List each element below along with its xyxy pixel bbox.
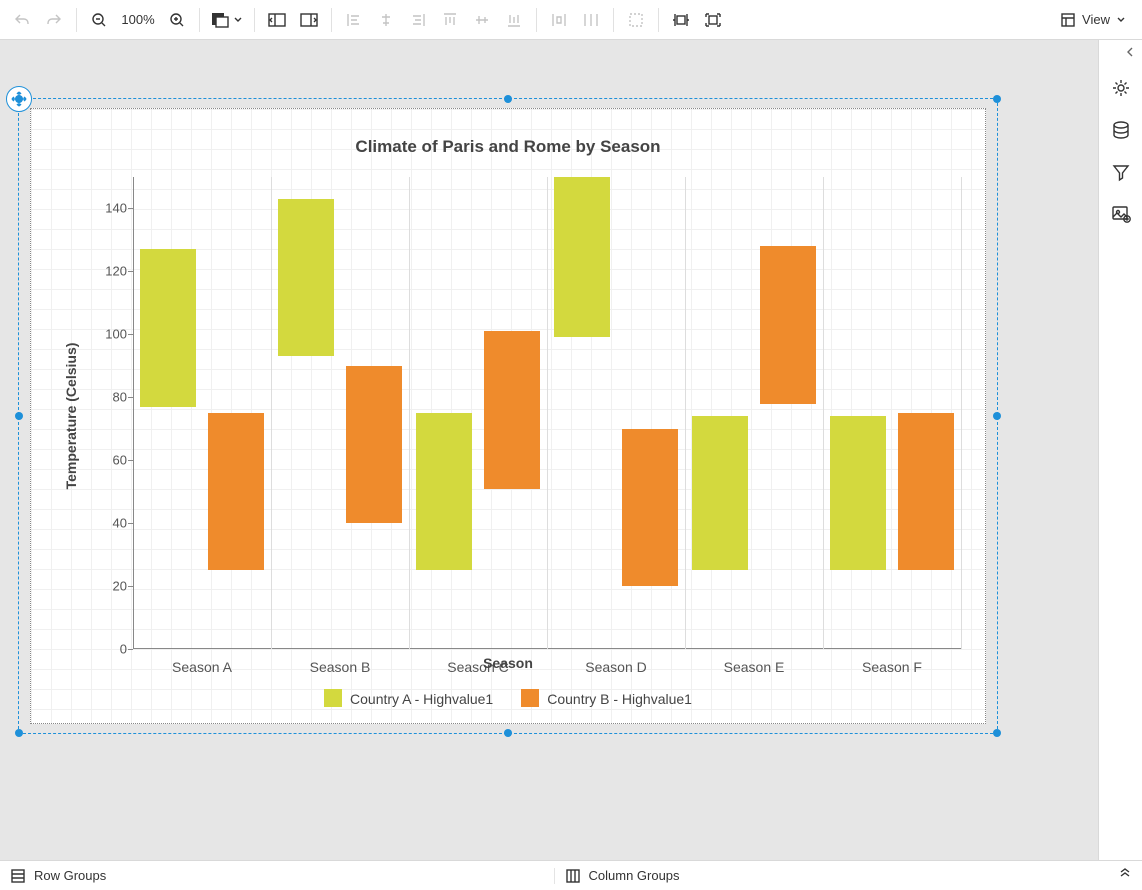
resize-handle-bl[interactable] <box>15 729 23 737</box>
row-groups-label: Row Groups <box>34 868 106 883</box>
data-button[interactable] <box>1103 112 1139 148</box>
bar-series-0[interactable] <box>416 413 472 570</box>
design-canvas[interactable]: Climate of Paris and Rome by Season Temp… <box>0 40 1098 860</box>
selection-tool-button[interactable] <box>620 4 652 36</box>
zoom-in-button[interactable] <box>161 4 193 36</box>
bar-series-1[interactable] <box>760 246 816 403</box>
align-right-button[interactable] <box>402 4 434 36</box>
legend-item-a: Country A - Highvalue1 <box>324 689 493 707</box>
plot-right-edge <box>961 177 962 649</box>
resize-handle-tm[interactable] <box>504 95 512 103</box>
groups-collapse-button[interactable] <box>1108 867 1142 884</box>
chart-title: Climate of Paris and Rome by Season <box>31 137 985 157</box>
view-dropdown[interactable]: View <box>1050 4 1136 36</box>
category-separator <box>823 177 824 649</box>
bar-series-0[interactable] <box>554 177 610 337</box>
image-settings-button[interactable] <box>1103 196 1139 232</box>
columns-icon <box>565 868 581 884</box>
row-groups-section[interactable]: Row Groups <box>0 868 555 884</box>
column-groups-label: Column Groups <box>589 868 680 883</box>
layout-split-horizontal-button[interactable] <box>261 4 293 36</box>
resize-handle-lm[interactable] <box>15 412 23 420</box>
separator <box>254 8 255 32</box>
separator <box>613 8 614 32</box>
groups-panel: Row Groups Column Groups <box>0 860 1142 890</box>
y-tick-mark <box>128 334 133 335</box>
y-tick-label: 80 <box>87 390 127 405</box>
bar-series-1[interactable] <box>346 366 402 523</box>
bar-series-0[interactable] <box>692 416 748 570</box>
y-tick-label: 40 <box>87 516 127 531</box>
separator <box>76 8 77 32</box>
undo-button[interactable] <box>6 4 38 36</box>
legend-label-a: Country A - Highvalue1 <box>350 691 493 707</box>
bar-series-1[interactable] <box>622 429 678 586</box>
x-axis-label: Season <box>31 655 985 671</box>
legend-item-b: Country B - Highvalue1 <box>521 689 692 707</box>
redo-button[interactable] <box>38 4 70 36</box>
category-separator <box>409 177 410 649</box>
legend: Country A - Highvalue1 Country B - Highv… <box>31 689 985 707</box>
align-top-button[interactable] <box>434 4 466 36</box>
y-tick-mark <box>128 586 133 587</box>
column-groups-section[interactable]: Column Groups <box>555 868 1109 884</box>
align-bottom-button[interactable] <box>498 4 530 36</box>
legend-swatch-a <box>324 689 342 707</box>
bar-series-0[interactable] <box>278 199 334 356</box>
bar-series-1[interactable] <box>484 331 540 488</box>
y-tick-label: 100 <box>87 327 127 342</box>
view-label: View <box>1082 12 1110 27</box>
distribute-vertical-button[interactable] <box>575 4 607 36</box>
y-tick-label: 140 <box>87 201 127 216</box>
y-tick-mark <box>128 460 133 461</box>
fill-dropdown[interactable] <box>206 4 248 36</box>
properties-button[interactable] <box>1103 70 1139 106</box>
y-tick-mark <box>128 208 133 209</box>
zoom-out-button[interactable] <box>83 4 115 36</box>
y-axis-label: Temperature (Celsius) <box>63 343 79 490</box>
category-separator <box>271 177 272 649</box>
category-separator <box>547 177 548 649</box>
bar-series-0[interactable] <box>140 249 196 406</box>
fit-page-button[interactable] <box>697 4 729 36</box>
y-tick-label: 20 <box>87 579 127 594</box>
y-tick-mark <box>128 649 133 650</box>
layout-split-vertical-button[interactable] <box>293 4 325 36</box>
separator <box>331 8 332 32</box>
rows-icon <box>10 868 26 884</box>
side-rail <box>1098 40 1142 860</box>
align-center-v-button[interactable] <box>466 4 498 36</box>
bar-series-1[interactable] <box>898 413 954 570</box>
y-tick-mark <box>128 397 133 398</box>
y-tick-mark <box>128 271 133 272</box>
separator <box>536 8 537 32</box>
resize-handle-tr[interactable] <box>993 95 1001 103</box>
separator <box>199 8 200 32</box>
separator <box>658 8 659 32</box>
zoom-level[interactable]: 100% <box>115 12 161 27</box>
y-axis <box>133 177 134 649</box>
bar-series-1[interactable] <box>208 413 264 570</box>
rail-collapse-button[interactable] <box>1099 40 1142 64</box>
category-separator <box>685 177 686 649</box>
resize-handle-tl[interactable] <box>15 95 23 103</box>
align-left-button[interactable] <box>338 4 370 36</box>
filter-button[interactable] <box>1103 154 1139 190</box>
resize-handle-rm[interactable] <box>993 412 1001 420</box>
fit-width-button[interactable] <box>665 4 697 36</box>
distribute-horizontal-button[interactable] <box>543 4 575 36</box>
y-tick-mark <box>128 523 133 524</box>
legend-label-b: Country B - Highvalue1 <box>547 691 692 707</box>
chart-item[interactable]: Climate of Paris and Rome by Season Temp… <box>30 108 986 724</box>
align-center-h-button[interactable] <box>370 4 402 36</box>
toolbar: 100% View <box>0 0 1142 40</box>
legend-swatch-b <box>521 689 539 707</box>
y-tick-label: 120 <box>87 264 127 279</box>
resize-handle-bm[interactable] <box>504 729 512 737</box>
y-tick-label: 60 <box>87 453 127 468</box>
plot-area: 020406080100120140Season ASeason BSeason… <box>133 177 961 649</box>
bar-series-0[interactable] <box>830 416 886 570</box>
resize-handle-br[interactable] <box>993 729 1001 737</box>
